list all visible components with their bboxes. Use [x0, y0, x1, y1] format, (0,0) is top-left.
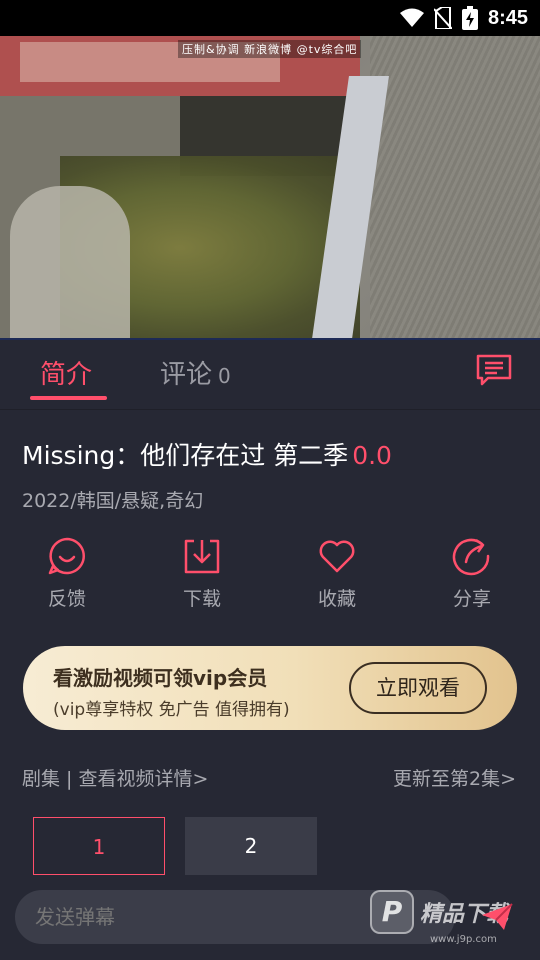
- episodes-header[interactable]: 剧集 | 查看视频详情>: [22, 764, 208, 791]
- detail-tabs: 简介 评论 0: [0, 340, 540, 410]
- action-row: 反馈 下载 收藏 分享: [0, 536, 540, 616]
- episode-button[interactable]: 1: [33, 817, 165, 875]
- show-score: 0.0: [352, 441, 392, 470]
- tab-intro-label: 简介: [40, 360, 93, 390]
- status-time: 8:45: [487, 6, 528, 29]
- send-icon[interactable]: [480, 902, 514, 932]
- video-watermark: 压制&协调 新浪微博 @tv综合吧: [178, 40, 362, 58]
- tab-comments[interactable]: 评论 0: [160, 354, 231, 391]
- download-icon: [184, 539, 220, 574]
- status-icons: 8:45: [399, 6, 528, 30]
- download-button[interactable]: 下载: [152, 536, 252, 616]
- tab-active-indicator: [30, 396, 107, 400]
- download-label: 下载: [182, 588, 221, 610]
- episodes-update-status[interactable]: 更新至第2集>: [393, 764, 516, 791]
- favorite-label: 收藏: [317, 588, 356, 610]
- watch-now-button[interactable]: 立即观看: [349, 662, 487, 714]
- brand-url: www.j9p.com: [430, 934, 497, 945]
- battery-charging-icon: [461, 6, 478, 30]
- comments-count: 0: [218, 364, 231, 388]
- share-label: 分享: [452, 588, 491, 610]
- wifi-icon: [399, 8, 424, 27]
- show-title-line: Missing：他们存在过 第二季 0.0: [22, 436, 392, 472]
- vip-title: 看激励视频可领vip会员: [53, 666, 268, 690]
- no-sim-icon: [433, 7, 452, 29]
- video-player[interactable]: 压制&协调 新浪微博 @tv综合吧: [0, 36, 540, 340]
- vip-subtitle: (vip尊享特权 免广告 值得拥有): [53, 700, 290, 720]
- share-icon: [452, 538, 490, 576]
- vip-banner[interactable]: 看激励视频可领vip会员 (vip尊享特权 免广告 值得拥有) 立即观看: [23, 646, 517, 730]
- share-button[interactable]: 分享: [422, 536, 522, 616]
- show-title: Missing：他们存在过 第二季: [22, 441, 349, 470]
- danmaku-list-icon[interactable]: [476, 354, 512, 386]
- heart-icon: [319, 540, 355, 573]
- feedback-button[interactable]: 反馈: [17, 536, 117, 616]
- video-frame-person: [10, 186, 130, 340]
- tab-intro[interactable]: 简介: [40, 354, 92, 391]
- bottom-bar: P 精品下载 www.j9p.com: [0, 876, 540, 960]
- tab-comments-label: 评论: [160, 360, 213, 390]
- episode-button[interactable]: 2: [185, 817, 317, 875]
- feedback-label: 反馈: [47, 588, 86, 610]
- show-meta: 2022/韩国/悬疑,奇幻: [22, 490, 204, 512]
- brand-logo: P: [370, 890, 414, 934]
- video-frame-ground: [370, 36, 540, 340]
- favorite-button[interactable]: 收藏: [287, 536, 387, 616]
- status-bar: 8:45: [0, 0, 540, 36]
- feedback-icon: [48, 537, 85, 575]
